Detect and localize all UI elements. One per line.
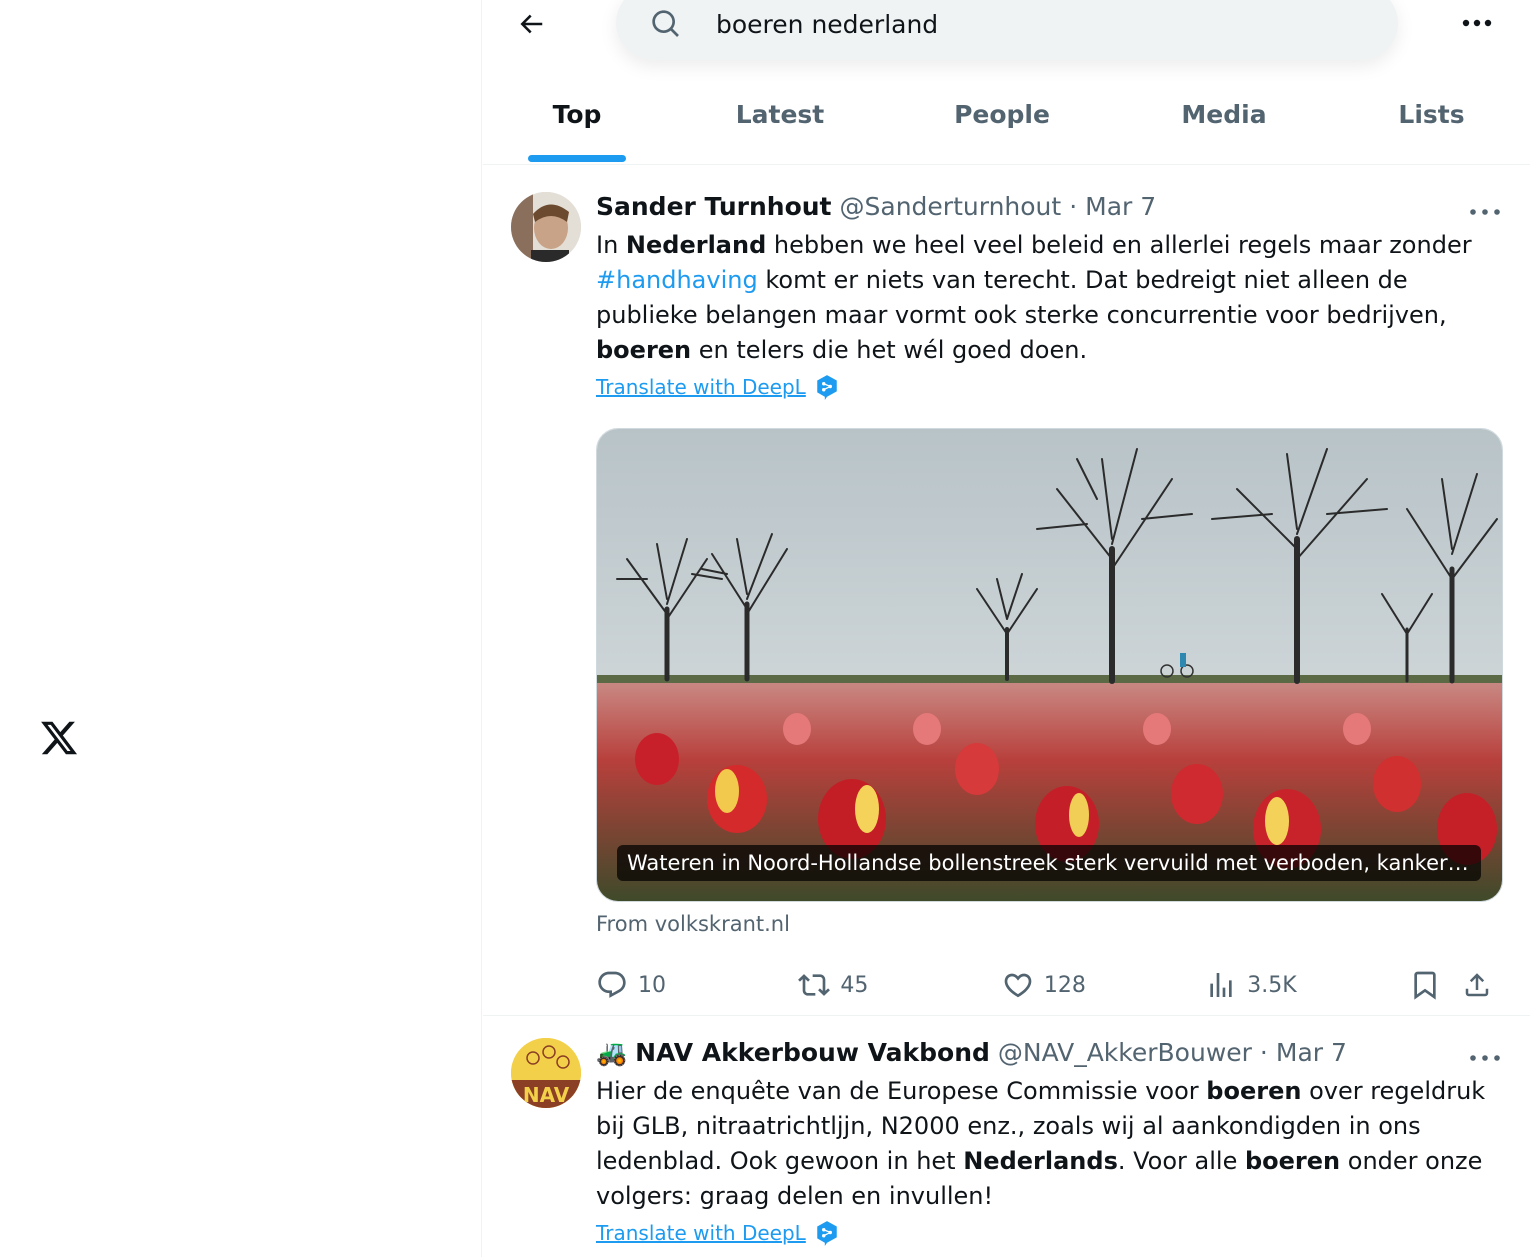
share-icon — [1465, 973, 1489, 997]
nav-logo-avatar: NAV — [511, 1038, 581, 1108]
tab-label: Top — [552, 100, 602, 129]
highlighted-term: boeren — [1206, 1077, 1302, 1105]
ellipsis-icon — [1470, 1055, 1500, 1061]
search-results-feed: Sander Turnhout @Sanderturnhout · Mar 7 … — [483, 170, 1530, 1257]
author-handle[interactable]: @NAV_AkkerBouwer — [998, 1038, 1252, 1067]
tweet-text: Hier de enquête van de Europese Commissi… — [596, 1077, 1486, 1210]
arrow-left-icon — [520, 14, 543, 34]
tweet[interactable]: NAV 🚜 NAV Akkerbouw Vakbond @NAV_AkkerBo… — [483, 1016, 1530, 1257]
author-name[interactable]: NAV Akkerbouw Vakbond — [635, 1038, 990, 1067]
share-button[interactable] — [1462, 969, 1502, 1001]
tab-people[interactable]: People — [889, 80, 1115, 164]
repost-count: 45 — [840, 972, 869, 998]
tab-label: Latest — [735, 100, 825, 129]
highlighted-term: Nederlands — [963, 1147, 1118, 1175]
link-card[interactable]: Wateren in Noord-Hollandse bollenstreek … — [596, 428, 1503, 902]
search-header: Top Latest People Media Lists — [483, 0, 1530, 165]
views-count: 3.5K — [1247, 972, 1297, 998]
separator: · — [1259, 1038, 1268, 1067]
bookmark-button[interactable] — [1409, 969, 1462, 1001]
tweet[interactable]: Sander Turnhout @Sanderturnhout · Mar 7 … — [483, 170, 1530, 1016]
tab-media[interactable]: Media — [1115, 80, 1333, 164]
separator: · — [1069, 192, 1078, 221]
hashtag-link[interactable]: #handhaving — [596, 266, 758, 294]
highlighted-term: boeren — [596, 336, 692, 364]
search-box[interactable] — [616, 0, 1398, 60]
card-image — [597, 429, 1502, 901]
x-logo-icon[interactable] — [38, 718, 80, 758]
card-caption: Wateren in Noord-Hollandse bollenstreek … — [617, 845, 1481, 881]
author-handle[interactable]: @Sanderturnhout — [840, 192, 1062, 221]
translate-label[interactable]: Translate with DeepL — [596, 375, 806, 399]
deepl-icon — [817, 375, 837, 400]
translate-link[interactable]: Translate with DeepL — [596, 374, 1502, 400]
back-button[interactable] — [513, 6, 549, 42]
reply-button[interactable]: 10 — [596, 969, 798, 1001]
tractor-emoji: 🚜 — [596, 1038, 628, 1067]
tab-top[interactable]: Top — [483, 80, 671, 164]
svg-text:NAV: NAV — [523, 1083, 570, 1107]
avatar[interactable] — [511, 192, 581, 262]
highlighted-term: Nederland — [625, 231, 767, 259]
deepl-icon — [817, 1221, 837, 1246]
repost-button[interactable]: 45 — [798, 969, 1001, 1001]
tweet-more-button[interactable] — [1468, 1048, 1502, 1068]
author-name[interactable]: Sander Turnhout — [596, 192, 832, 221]
heart-icon — [1004, 973, 1032, 998]
search-icon — [652, 10, 679, 37]
card-source[interactable]: From volkskrant.nl — [596, 912, 1502, 936]
search-tabs: Top Latest People Media Lists — [483, 80, 1530, 164]
reply-count: 10 — [638, 972, 666, 998]
tab-label: Media — [1181, 100, 1267, 129]
tweet-text: In Nederland hebben we heel veel beleid … — [596, 231, 1472, 364]
tweet-header: 🚜 NAV Akkerbouw Vakbond @NAV_AkkerBouwer… — [596, 1038, 1502, 1074]
tweet-date[interactable]: Mar 7 — [1276, 1038, 1347, 1067]
translate-link[interactable]: Translate with DeepL — [596, 1220, 1502, 1246]
repost-icon — [798, 974, 831, 996]
ellipsis-icon — [1462, 19, 1492, 27]
tweet-date[interactable]: Mar 7 — [1085, 192, 1156, 221]
left-nav — [0, 0, 482, 1257]
tab-lists[interactable]: Lists — [1333, 80, 1530, 164]
like-button[interactable]: 128 — [1002, 969, 1205, 1001]
highlighted-term: boeren — [1244, 1147, 1341, 1175]
tab-label: Lists — [1398, 100, 1465, 129]
views-button[interactable]: 3.5K — [1205, 969, 1408, 1001]
tab-label: People — [954, 100, 1050, 129]
search-input[interactable] — [716, 4, 1356, 44]
tweet-more-button[interactable] — [1468, 202, 1502, 222]
avatar[interactable]: NAV — [511, 1038, 581, 1108]
avatar-photo — [511, 192, 581, 262]
more-options-button[interactable] — [1455, 8, 1499, 38]
ellipsis-icon — [1470, 209, 1500, 215]
tweet-header: Sander Turnhout @Sanderturnhout · Mar 7 — [596, 192, 1502, 228]
like-count: 128 — [1043, 972, 1086, 998]
tab-latest[interactable]: Latest — [671, 80, 889, 164]
tweet-actions: 10 45 128 3.5K — [596, 962, 1502, 1008]
reply-icon — [598, 971, 626, 998]
translate-label[interactable]: Translate with DeepL — [596, 1221, 806, 1245]
views-chart-icon — [1210, 973, 1232, 997]
bookmark-icon — [1414, 971, 1436, 1000]
active-tab-indicator — [528, 155, 626, 162]
